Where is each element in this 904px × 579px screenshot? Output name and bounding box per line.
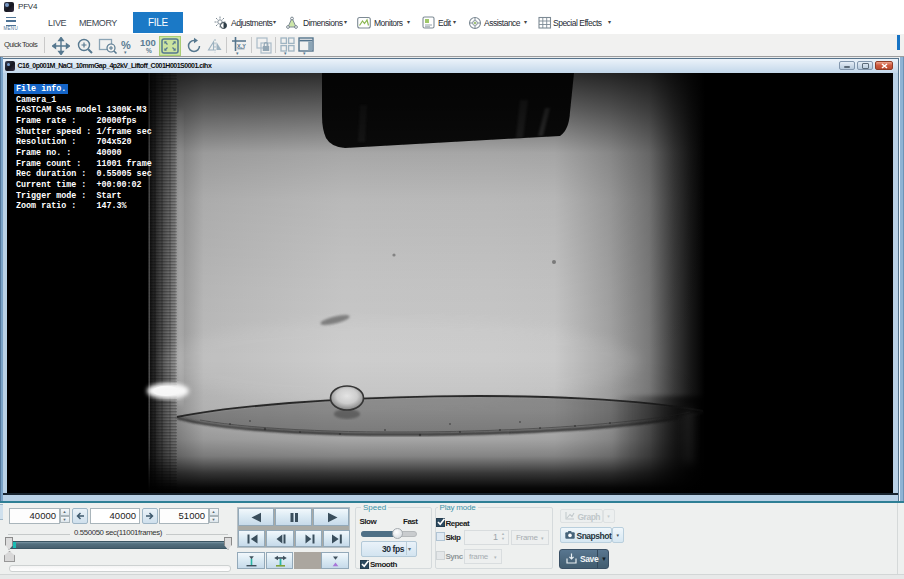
svg-text:X,Y: X,Y [237,43,246,49]
